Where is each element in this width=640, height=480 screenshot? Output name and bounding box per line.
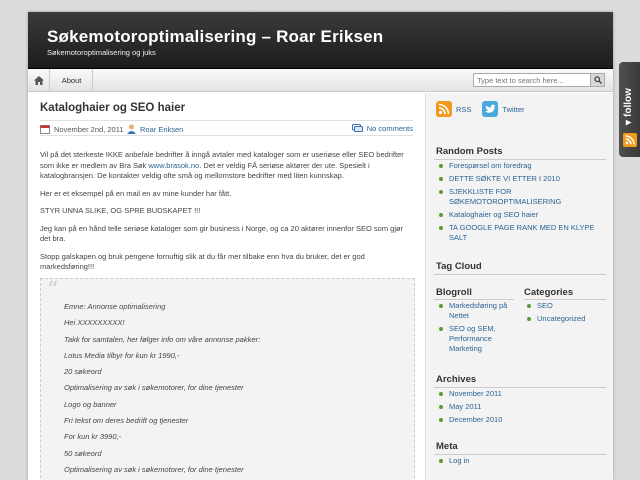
site-description: Søkemotoroptimalisering og juks (47, 48, 156, 57)
sidebar: RSS Twitter Random Posts Forespørsel om … (425, 93, 613, 480)
blockquote: “ Emne: Annonse optimalisering Hei XXXXX… (40, 278, 415, 480)
social-links: RSS Twitter (436, 101, 536, 117)
home-icon (33, 75, 44, 85)
post-author-name: Roar Eriksen (140, 124, 184, 134)
list-item[interactable]: May 2011 (436, 402, 604, 412)
quote-line: Takk for samtalen, her følger info om vå… (64, 334, 261, 344)
brasok-link[interactable]: www.brasok.no (148, 161, 199, 170)
tag-cloud-heading: Tag Cloud (436, 261, 482, 272)
divider (434, 299, 514, 300)
list-item[interactable]: Uncategorized (524, 314, 604, 324)
search-button[interactable] (590, 74, 604, 86)
follow-label: ◂follow (623, 88, 634, 128)
follow-tab[interactable]: ◂follow (619, 62, 640, 157)
quote-text: Emne: Annonse optimalisering Hei XXXXXXX… (64, 302, 260, 480)
divider (434, 387, 606, 388)
search-icon (593, 76, 602, 84)
rss-icon (436, 101, 452, 117)
user-icon (127, 124, 136, 134)
post-paragraph: Vil på det sterkeste IKKE anbefale bedri… (40, 150, 404, 180)
quote-line: For kun kr 3990,- (64, 432, 122, 442)
search-box (473, 73, 605, 87)
random-posts-list: Forespørsel om foredrag DETTE SØKTE VI E… (436, 161, 604, 246)
post-title[interactable]: Kataloghaier og SEO haier (40, 102, 185, 114)
list-item[interactable]: SEO (524, 301, 604, 311)
meta-heading: Meta (436, 441, 458, 452)
rss-icon (623, 133, 637, 147)
post-paragraph: Her er et eksempel på en mail en av mine… (40, 188, 232, 198)
list-item[interactable]: December 2010 (436, 415, 604, 425)
site-header: Søkemotoroptimalisering – Roar Eriksen S… (28, 12, 613, 69)
post-comments-text: No comments (366, 124, 413, 133)
divider (434, 159, 606, 160)
list-item[interactable]: Forespørsel om foredrag (436, 161, 604, 171)
quote-icon: “ (47, 278, 59, 303)
rss-label: RSS (456, 104, 472, 114)
quote-line: Hei XXXXXXXXX! (64, 318, 125, 328)
rss-link[interactable]: RSS (436, 101, 471, 117)
categories-heading: Categories (524, 287, 574, 298)
list-item[interactable]: November 2011 (436, 389, 604, 399)
list-item[interactable]: Markedsføring på Nettet (436, 301, 516, 321)
twitter-icon (482, 101, 499, 117)
calendar-icon (40, 125, 50, 134)
post-paragraph: Jeg kan på en hånd telle seriøse katalog… (40, 223, 404, 244)
quote-line: Optimalisering av søk i søkemotorer, for… (64, 464, 244, 474)
archives-heading: Archives (436, 374, 477, 385)
post-author[interactable]: Roar Eriksen (127, 124, 183, 134)
comment-icon (351, 124, 363, 132)
list-item[interactable]: DETTE SØKTE VI ETTER I 2010 (436, 174, 604, 184)
list-item[interactable]: TA GOOGLE PAGE RANK MED EN KLYPE SALT (436, 223, 604, 243)
post-date: November 2nd, 2011 (40, 124, 124, 134)
quote-line: Lotus Media tilbyr for kun kr 1990,- (64, 350, 180, 360)
blogroll-heading: Blogroll (436, 287, 472, 298)
blogroll-list: Markedsføring på Nettet SEO og SEM, Perf… (436, 301, 516, 357)
meta-list: Log in (436, 456, 604, 469)
post-body: Vil på det sterkeste IKKE anbefale bedri… (40, 150, 415, 280)
archives-list: November 2011 May 2011 December 2010 (436, 389, 604, 428)
post-comments-link[interactable]: No comments (351, 124, 413, 133)
quote-line: Logo og banner (64, 399, 117, 409)
divider (434, 274, 606, 275)
categories-list: SEO Uncategorized (524, 301, 604, 327)
twitter-link[interactable]: Twitter (482, 101, 525, 117)
quote-line: Fri tekst om deres bedrift og tjenester (64, 416, 189, 426)
quote-line: Emne: Annonse optimalisering (64, 302, 166, 311)
nav-bar: About (28, 69, 613, 92)
post-date-text: November 2nd, 2011 (54, 124, 124, 134)
post-paragraph: Stopp galskapen og bruk pengene fornufti… (40, 251, 365, 272)
quote-line: 50 søkeord (64, 448, 102, 458)
twitter-label: Twitter (502, 104, 525, 114)
post-paragraph: STYR UNNA SLIKE, OG SPRE BUDSKAPET !!! (40, 206, 201, 215)
random-posts-heading: Random Posts (436, 146, 503, 157)
divider (524, 299, 606, 300)
list-item[interactable]: Kataloghaier og SEO haier (436, 210, 604, 220)
list-item[interactable]: Log in (436, 456, 604, 466)
search-input[interactable] (474, 74, 590, 86)
divider (434, 454, 606, 455)
quote-line: 20 søkeord (64, 367, 102, 377)
list-item[interactable]: SEO og SEM, Performance Marketing (436, 324, 516, 354)
nav-item-about[interactable]: About (51, 69, 93, 91)
site-title[interactable]: Søkemotoroptimalisering – Roar Eriksen (47, 27, 383, 47)
quote-line: Optimalisering av søk i søkemotorer, for… (64, 383, 244, 393)
main-content: Kataloghaier og SEO haier November 2nd, … (28, 93, 425, 480)
list-item[interactable]: SJEKKLISTE FOR SØKEMOTOROPTIMALISERING (436, 187, 604, 207)
post-meta: November 2nd, 2011 Roar Eriksen No comme… (40, 120, 413, 136)
page: Søkemotoroptimalisering – Roar Eriksen S… (28, 12, 613, 480)
nav-home[interactable] (28, 69, 50, 91)
